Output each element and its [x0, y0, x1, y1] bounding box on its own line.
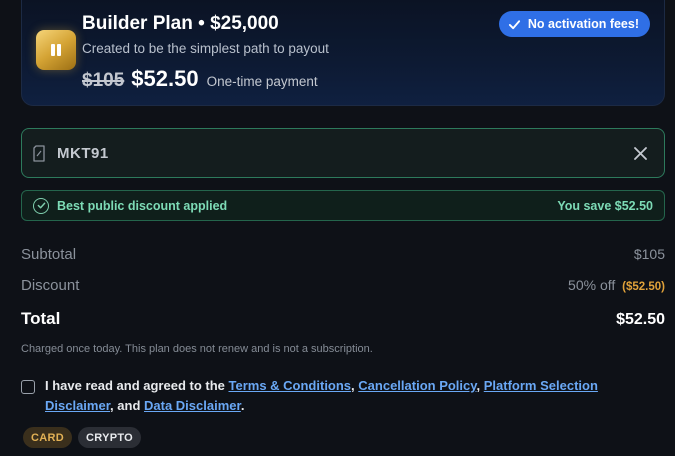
- terms-text: I have read and agreed to the Terms & Co…: [45, 376, 665, 416]
- no-activation-fees-badge: No activation fees!: [498, 11, 650, 37]
- terms-conditions-link[interactable]: Terms & Conditions: [229, 378, 352, 393]
- pause-icon: [51, 44, 61, 56]
- plan-card: Builder Plan • $25,000 Created to be the…: [21, 0, 665, 106]
- total-value: $52.50: [616, 311, 665, 328]
- close-icon[interactable]: [633, 146, 648, 161]
- charged-note: Charged once today. This plan does not r…: [21, 343, 373, 355]
- payment-method-tabs: CARD CRYPTO: [23, 427, 142, 448]
- discount-applied-banner: Best public discount applied You save $5…: [21, 190, 665, 221]
- subtotal-value: $105: [633, 246, 665, 262]
- tag-icon: [33, 145, 45, 162]
- terms-agreement: I have read and agreed to the Terms & Co…: [21, 376, 665, 416]
- terms-sep-3: , and: [110, 398, 144, 413]
- total-label: Total: [21, 309, 61, 328]
- badge-label: No activation fees!: [527, 17, 639, 31]
- plan-title: Builder Plan • $25,000: [82, 13, 279, 34]
- payment-card-tab[interactable]: CARD: [23, 427, 72, 448]
- discount-amount: ($52.50): [622, 281, 665, 293]
- terms-suffix: .: [240, 398, 245, 413]
- plan-subtitle: Created to be the simplest path to payou…: [82, 41, 329, 56]
- discount-percent: 50% off: [568, 277, 616, 293]
- coupon-code[interactable]: MKT91: [57, 145, 109, 162]
- check-circle-icon: [33, 197, 49, 214]
- payment-crypto-tab[interactable]: CRYPTO: [77, 427, 142, 448]
- checkout-page: Builder Plan • $25,000 Created to be the…: [0, 0, 675, 456]
- subtotal-label: Subtotal: [21, 246, 77, 263]
- discount-label: Discount: [21, 277, 80, 294]
- total-row: Total $52.50: [21, 309, 665, 329]
- discount-applied-text: Best public discount applied: [57, 198, 228, 213]
- subtotal-row: Subtotal $105: [21, 246, 665, 263]
- new-price: $52.50: [131, 66, 199, 91]
- terms-prefix: I have read and agreed to the: [45, 378, 229, 393]
- terms-checkbox[interactable]: [21, 380, 35, 394]
- discount-row: Discount 50% off ($52.50): [21, 277, 665, 294]
- plan-icon: [36, 30, 76, 70]
- coupon-field[interactable]: MKT91: [21, 128, 665, 178]
- cancellation-policy-link[interactable]: Cancellation Policy: [358, 378, 476, 393]
- old-price: $105: [82, 70, 125, 91]
- terms-sep-2: ,: [476, 378, 484, 393]
- check-icon: [508, 19, 520, 29]
- discount-value-group: 50% off ($52.50): [568, 277, 665, 293]
- price-note: One-time payment: [206, 74, 318, 89]
- savings-text: You save $52.50: [557, 198, 653, 213]
- data-disclaimer-link[interactable]: Data Disclaimer: [144, 398, 241, 413]
- price-row: $105 $52.50 One-time payment: [82, 66, 318, 92]
